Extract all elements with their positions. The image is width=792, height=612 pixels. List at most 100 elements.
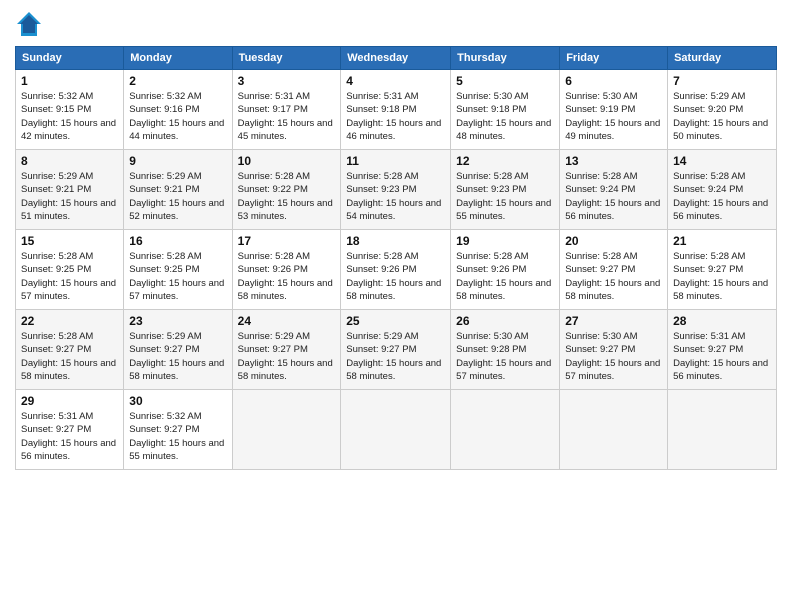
day-number: 25 [346, 314, 445, 328]
day-info: Sunrise: 5:29 AMSunset: 9:27 PMDaylight:… [238, 330, 336, 383]
column-header-saturday: Saturday [668, 47, 777, 70]
day-number: 14 [673, 154, 771, 168]
calendar-cell: 25 Sunrise: 5:29 AMSunset: 9:27 PMDayligh… [341, 310, 451, 390]
calendar-cell: 29 Sunrise: 5:31 AMSunset: 9:27 PMDayligh… [16, 390, 124, 470]
calendar-row: 15 Sunrise: 5:28 AMSunset: 9:25 PMDayligh… [16, 230, 777, 310]
day-number: 12 [456, 154, 554, 168]
day-number: 8 [21, 154, 118, 168]
column-header-monday: Monday [124, 47, 232, 70]
day-number: 19 [456, 234, 554, 248]
day-number: 10 [238, 154, 336, 168]
calendar-cell: 28 Sunrise: 5:31 AMSunset: 9:27 PMDayligh… [668, 310, 777, 390]
calendar-cell: 16 Sunrise: 5:28 AMSunset: 9:25 PMDayligh… [124, 230, 232, 310]
day-info: Sunrise: 5:28 AMSunset: 9:26 PMDaylight:… [238, 250, 336, 303]
calendar-cell: 13 Sunrise: 5:28 AMSunset: 9:24 PMDayligh… [560, 150, 668, 230]
day-number: 17 [238, 234, 336, 248]
day-number: 15 [21, 234, 118, 248]
day-info: Sunrise: 5:29 AMSunset: 9:21 PMDaylight:… [129, 170, 226, 223]
day-info: Sunrise: 5:30 AMSunset: 9:18 PMDaylight:… [456, 90, 554, 143]
calendar-cell: 22 Sunrise: 5:28 AMSunset: 9:27 PMDayligh… [16, 310, 124, 390]
day-number: 7 [673, 74, 771, 88]
column-header-tuesday: Tuesday [232, 47, 341, 70]
day-info: Sunrise: 5:30 AMSunset: 9:28 PMDaylight:… [456, 330, 554, 383]
calendar-cell: 11 Sunrise: 5:28 AMSunset: 9:23 PMDayligh… [341, 150, 451, 230]
calendar-cell: 30 Sunrise: 5:32 AMSunset: 9:27 PMDayligh… [124, 390, 232, 470]
day-number: 9 [129, 154, 226, 168]
calendar-row: 29 Sunrise: 5:31 AMSunset: 9:27 PMDayligh… [16, 390, 777, 470]
day-number: 22 [21, 314, 118, 328]
calendar-table: SundayMondayTuesdayWednesdayThursdayFrid… [15, 46, 777, 470]
day-info: Sunrise: 5:28 AMSunset: 9:26 PMDaylight:… [456, 250, 554, 303]
logo [15, 10, 47, 38]
calendar-row: 22 Sunrise: 5:28 AMSunset: 9:27 PMDayligh… [16, 310, 777, 390]
day-info: Sunrise: 5:29 AMSunset: 9:27 PMDaylight:… [346, 330, 445, 383]
day-number: 20 [565, 234, 662, 248]
day-info: Sunrise: 5:28 AMSunset: 9:25 PMDaylight:… [129, 250, 226, 303]
column-header-friday: Friday [560, 47, 668, 70]
calendar-row: 8 Sunrise: 5:29 AMSunset: 9:21 PMDaylight… [16, 150, 777, 230]
logo-icon [15, 10, 43, 38]
day-number: 28 [673, 314, 771, 328]
day-number: 5 [456, 74, 554, 88]
day-number: 21 [673, 234, 771, 248]
calendar-row: 1Sunrise: 5:32 AMSunset: 9:15 PMDaylight… [16, 70, 777, 150]
day-info: Sunrise: 5:28 AMSunset: 9:23 PMDaylight:… [456, 170, 554, 223]
calendar-cell [668, 390, 777, 470]
calendar-cell: 20 Sunrise: 5:28 AMSunset: 9:27 PMDayligh… [560, 230, 668, 310]
day-number: 30 [129, 394, 226, 408]
day-info: Sunrise: 5:31 AMSunset: 9:27 PMDaylight:… [21, 410, 118, 463]
day-info: Sunrise: 5:31 AMSunset: 9:27 PMDaylight:… [673, 330, 771, 383]
calendar-cell: 27 Sunrise: 5:30 AMSunset: 9:27 PMDayligh… [560, 310, 668, 390]
day-number: 27 [565, 314, 662, 328]
day-number: 1 [21, 74, 118, 88]
day-number: 16 [129, 234, 226, 248]
calendar-cell: 5 Sunrise: 5:30 AMSunset: 9:18 PMDaylight… [451, 70, 560, 150]
calendar-cell: 8 Sunrise: 5:29 AMSunset: 9:21 PMDaylight… [16, 150, 124, 230]
day-number: 29 [21, 394, 118, 408]
calendar-cell [560, 390, 668, 470]
calendar-cell: 26 Sunrise: 5:30 AMSunset: 9:28 PMDayligh… [451, 310, 560, 390]
calendar-cell: 24 Sunrise: 5:29 AMSunset: 9:27 PMDayligh… [232, 310, 341, 390]
day-info: Sunrise: 5:29 AMSunset: 9:20 PMDaylight:… [673, 90, 771, 143]
calendar-cell: 4Sunrise: 5:31 AMSunset: 9:18 PMDaylight… [341, 70, 451, 150]
calendar-cell: 14 Sunrise: 5:28 AMSunset: 9:24 PMDayligh… [668, 150, 777, 230]
day-number: 26 [456, 314, 554, 328]
day-info: Sunrise: 5:29 AMSunset: 9:21 PMDaylight:… [21, 170, 118, 223]
calendar-cell [451, 390, 560, 470]
calendar-cell: 9 Sunrise: 5:29 AMSunset: 9:21 PMDaylight… [124, 150, 232, 230]
day-number: 24 [238, 314, 336, 328]
calendar-cell: 6 Sunrise: 5:30 AMSunset: 9:19 PMDaylight… [560, 70, 668, 150]
column-header-thursday: Thursday [451, 47, 560, 70]
day-info: Sunrise: 5:28 AMSunset: 9:24 PMDaylight:… [673, 170, 771, 223]
header [15, 10, 777, 38]
day-number: 6 [565, 74, 662, 88]
day-number: 23 [129, 314, 226, 328]
day-info: Sunrise: 5:30 AMSunset: 9:27 PMDaylight:… [565, 330, 662, 383]
calendar-cell: 10Sunrise: 5:28 AMSunset: 9:22 PMDayligh… [232, 150, 341, 230]
day-info: Sunrise: 5:32 AMSunset: 9:27 PMDaylight:… [129, 410, 226, 463]
day-info: Sunrise: 5:28 AMSunset: 9:26 PMDaylight:… [346, 250, 445, 303]
day-number: 3 [238, 74, 336, 88]
calendar-cell: 3 Sunrise: 5:31 AMSunset: 9:17 PMDaylight… [232, 70, 341, 150]
calendar-cell: 12 Sunrise: 5:28 AMSunset: 9:23 PMDayligh… [451, 150, 560, 230]
day-info: Sunrise: 5:29 AMSunset: 9:27 PMDaylight:… [129, 330, 226, 383]
calendar-cell [341, 390, 451, 470]
calendar-header-row: SundayMondayTuesdayWednesdayThursdayFrid… [16, 47, 777, 70]
day-info: Sunrise: 5:28 AMSunset: 9:27 PMDaylight:… [565, 250, 662, 303]
day-info: Sunrise: 5:28 AMSunset: 9:23 PMDaylight:… [346, 170, 445, 223]
day-number: 4 [346, 74, 445, 88]
day-info: Sunrise: 5:31 AMSunset: 9:17 PMDaylight:… [238, 90, 336, 143]
day-info: Sunrise: 5:28 AMSunset: 9:27 PMDaylight:… [21, 330, 118, 383]
day-number: 11 [346, 154, 445, 168]
day-info: Sunrise: 5:30 AMSunset: 9:19 PMDaylight:… [565, 90, 662, 143]
calendar-cell: 2Sunrise: 5:32 AMSunset: 9:16 PMDaylight… [124, 70, 232, 150]
day-info: Sunrise: 5:28 AMSunset: 9:27 PMDaylight:… [673, 250, 771, 303]
day-info: Sunrise: 5:28 AMSunset: 9:24 PMDaylight:… [565, 170, 662, 223]
page: SundayMondayTuesdayWednesdayThursdayFrid… [0, 0, 792, 612]
calendar-cell: 18Sunrise: 5:28 AMSunset: 9:26 PMDayligh… [341, 230, 451, 310]
day-number: 13 [565, 154, 662, 168]
day-info: Sunrise: 5:28 AMSunset: 9:25 PMDaylight:… [21, 250, 118, 303]
calendar-cell [232, 390, 341, 470]
calendar-cell: 7 Sunrise: 5:29 AMSunset: 9:20 PMDaylight… [668, 70, 777, 150]
column-header-wednesday: Wednesday [341, 47, 451, 70]
